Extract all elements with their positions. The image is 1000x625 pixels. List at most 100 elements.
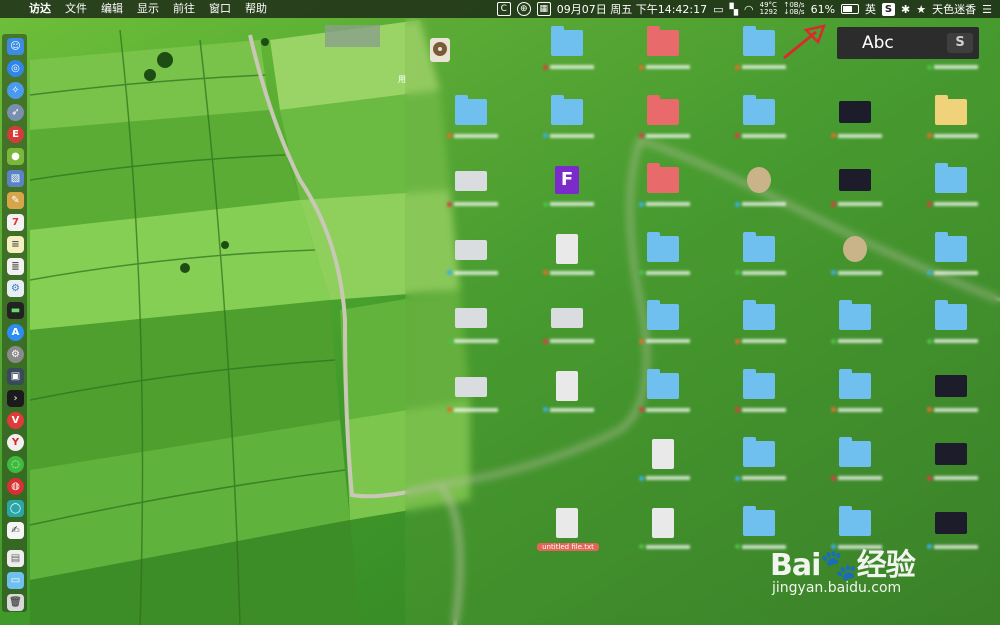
wechat-icon[interactable]: ◌ xyxy=(7,456,24,473)
finder-icon[interactable]: ☺ xyxy=(7,38,24,55)
battery-icon[interactable] xyxy=(841,4,860,14)
menu-window[interactable]: 窗口 xyxy=(202,0,238,18)
android-icon[interactable]: ● xyxy=(7,148,24,165)
tag-dot xyxy=(830,407,836,412)
writing-app-icon[interactable]: ✍ xyxy=(7,522,24,539)
tag-dot xyxy=(734,544,740,549)
screenshot-icon[interactable]: ▣ xyxy=(7,368,24,385)
vivaldi-icon[interactable]: V xyxy=(7,412,24,429)
battery-percent[interactable]: 61% xyxy=(811,3,835,16)
folder-icon xyxy=(839,300,871,330)
blurred-filename xyxy=(933,65,978,69)
file-icon xyxy=(551,308,583,328)
bluetooth-icon[interactable]: ✱ xyxy=(901,3,910,16)
c-app-icon[interactable]: C xyxy=(496,2,511,16)
notification-list-icon[interactable]: ☰ xyxy=(982,3,992,16)
folder-icon xyxy=(935,231,967,262)
menu-edit[interactable]: 编辑 xyxy=(94,0,130,18)
grid-icon[interactable]: ▚ xyxy=(730,3,738,16)
app-store-icon[interactable]: A xyxy=(7,324,24,341)
folder-icon xyxy=(743,300,775,330)
desktop-item-label xyxy=(725,200,795,208)
desktop-item-label xyxy=(629,474,699,482)
menu-app-name[interactable]: 访达 xyxy=(22,0,58,18)
blurred-filename xyxy=(645,65,690,69)
dock: ☺ ◎ ✧ ➶ E ● ▧ ✎ 7 ≡ ≣ ⚙ ▬ A ⚙ ▣ › V Y ◌ … xyxy=(2,34,27,612)
downloads-folder-icon[interactable]: ▭ xyxy=(7,572,24,589)
text-edit-icon[interactable]: ≣ xyxy=(7,258,24,275)
chat-app-icon[interactable]: ◯ xyxy=(7,500,24,517)
red-arrow-annotation xyxy=(783,24,826,60)
blurred-filename xyxy=(933,407,978,412)
input-method-indicator[interactable]: 英 xyxy=(865,1,876,17)
desktop-item-label xyxy=(533,269,603,277)
launchpad-icon[interactable]: ➶ xyxy=(7,104,24,121)
network-speed[interactable]: ↑0B/s ↓0B/s xyxy=(783,2,804,16)
utility-icon[interactable]: ⚙ xyxy=(7,280,24,297)
menu-file[interactable]: 文件 xyxy=(58,0,94,18)
blurred-filename xyxy=(837,202,882,206)
red-app-icon[interactable]: E xyxy=(7,126,24,143)
desktop-item-label xyxy=(437,132,507,140)
app-disk-icon xyxy=(430,38,450,62)
terminal-icon[interactable]: › xyxy=(7,390,24,407)
tag-dot xyxy=(542,270,548,275)
tag-dot xyxy=(830,270,836,275)
clock-datetime[interactable]: 09月07日 周五 下午14:42:17 xyxy=(557,1,707,17)
calendar-app-icon[interactable]: 7 xyxy=(7,214,24,231)
tag-dot xyxy=(734,407,740,412)
desktop-item-label: untitled file.txt xyxy=(537,542,599,551)
trash-icon[interactable]: 🗑 xyxy=(7,594,24,611)
wifi-icon[interactable]: ◠ xyxy=(744,3,754,16)
desktop-item-label xyxy=(629,406,699,414)
tag-dot xyxy=(638,407,644,412)
tag-dot xyxy=(830,475,836,481)
tag-dot xyxy=(830,338,836,344)
user-name[interactable]: 天色迷香 xyxy=(932,1,976,17)
file-icon xyxy=(839,100,871,123)
desktop-item-label xyxy=(533,200,603,208)
menu-view[interactable]: 显示 xyxy=(130,0,166,18)
watermark-url: jingyan.baidu.com xyxy=(772,580,902,596)
tag-dot xyxy=(926,338,932,344)
safari-icon[interactable]: ◎ xyxy=(7,60,24,77)
activity-monitor-icon[interactable]: ▬ xyxy=(7,302,24,319)
menu-bar: 访达 文件 编辑 显示 前往 窗口 帮助 C ⊕ ▦ 09月07日 周五 下午1… xyxy=(0,0,1000,18)
file-icon xyxy=(455,308,487,328)
monitor-icon[interactable]: ▭ xyxy=(713,3,723,16)
file-icon xyxy=(455,239,487,260)
ime-mode-text: Abc xyxy=(862,33,894,53)
calendar-icon[interactable]: ▦ xyxy=(536,2,551,16)
menu-help[interactable]: 帮助 xyxy=(238,0,274,18)
blurred-filename xyxy=(837,476,882,480)
file-icon xyxy=(935,511,967,534)
input-method-popup: Abc S xyxy=(837,27,979,59)
document-icon xyxy=(556,233,578,264)
notes-icon[interactable]: ≡ xyxy=(7,236,24,253)
folder-icon xyxy=(647,300,679,330)
sogou-icon[interactable]: S xyxy=(882,2,896,16)
desktop-app-icon[interactable] xyxy=(428,36,452,68)
desktop-item-label xyxy=(533,132,603,140)
globe-icon[interactable]: ⊕ xyxy=(516,2,531,16)
photos-icon[interactable]: ✎ xyxy=(7,192,24,209)
star-icon[interactable]: ★ xyxy=(916,3,926,16)
document-stack-icon[interactable]: ▤ xyxy=(7,550,24,567)
baidu-jingyan-watermark: Bai🐾经验 jingyan.baidu.com xyxy=(770,540,950,600)
safari-compass-icon[interactable]: ✧ xyxy=(7,82,24,99)
desktop-item-label xyxy=(821,132,891,140)
yandex-icon[interactable]: Y xyxy=(7,434,24,451)
desktop-item-label xyxy=(821,337,891,345)
menu-go[interactable]: 前往 xyxy=(166,0,202,18)
sensor-readout[interactable]: 49°C 1292 xyxy=(760,2,778,16)
blurred-filename xyxy=(453,270,498,275)
blurred-filename xyxy=(645,476,690,480)
preview-icon[interactable]: ▧ xyxy=(7,170,24,187)
netease-music-icon[interactable]: ◍ xyxy=(7,478,24,495)
tag-dot xyxy=(542,338,548,344)
blurred-filename xyxy=(645,133,690,138)
system-preferences-icon[interactable]: ⚙ xyxy=(7,346,24,363)
desktop-item-label xyxy=(917,132,987,140)
file-icon xyxy=(843,235,867,262)
blurred-filename xyxy=(741,339,786,343)
